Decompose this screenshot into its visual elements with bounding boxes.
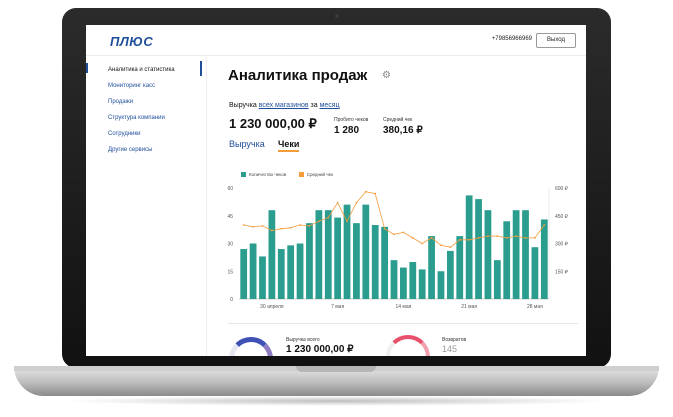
average-check-point xyxy=(336,201,339,204)
average-check-point xyxy=(421,242,424,245)
average-check-point xyxy=(505,237,508,239)
chart-bar xyxy=(371,225,379,299)
chart-bar xyxy=(287,245,295,299)
chart-bar xyxy=(512,210,520,299)
average-check-point xyxy=(383,227,386,230)
x-tick-label: 21 мая xyxy=(461,304,477,310)
average-check-point xyxy=(374,192,377,195)
x-tick-label: 30 апреля xyxy=(260,304,284,310)
total-revenue-label: Выручка всего xyxy=(286,337,320,343)
average-check-point xyxy=(440,244,442,247)
chart-bar xyxy=(353,223,360,299)
chart-bar xyxy=(390,260,398,299)
chart-bar xyxy=(522,210,529,299)
screen: ПЛЮС +79856966969 Выход Аналитика и стат… xyxy=(86,25,586,356)
chart-bar xyxy=(296,243,304,299)
average-check-point xyxy=(355,201,358,204)
chart-bar xyxy=(493,260,501,299)
average-check-point xyxy=(364,190,367,193)
chart-bar xyxy=(362,204,370,299)
average-check-point xyxy=(458,238,461,241)
bottom-divider xyxy=(228,323,578,324)
average-check-point xyxy=(449,246,452,249)
y-tick-left: 30 xyxy=(227,242,233,248)
chart-bar xyxy=(456,236,464,299)
sales-chart: 0 15 30 45 60 150 ₽ 300 ₽ 450 ₽ 600 ₽ 30 апреля 7 … xyxy=(227,186,569,310)
chart-bar xyxy=(334,217,342,299)
average-check-point xyxy=(430,237,433,239)
chart-bar xyxy=(437,271,445,299)
average-check-point xyxy=(280,227,283,230)
y-tick-right: 300 ₽ xyxy=(555,242,569,248)
total-revenue-value: 1 230 000,00 ₽ xyxy=(286,344,354,355)
average-check-point xyxy=(477,237,480,239)
average-check-point xyxy=(487,235,489,238)
chart-bar xyxy=(475,199,482,299)
average-check-point xyxy=(468,238,471,241)
returns-value: 145 xyxy=(442,344,458,354)
average-check-line xyxy=(243,191,545,248)
y-tick-left: 45 xyxy=(227,214,233,220)
y-tick-left: 60 xyxy=(227,186,233,192)
y-tick-right: 450 ₽ xyxy=(555,214,569,220)
average-check-point xyxy=(496,235,499,238)
chart-bar xyxy=(315,210,323,299)
laptop-shadow xyxy=(60,396,613,406)
chart-bar xyxy=(400,267,407,299)
average-check-point xyxy=(393,233,395,236)
chart-bar xyxy=(446,250,454,299)
average-check-point xyxy=(534,237,536,239)
average-check-point xyxy=(317,220,320,223)
chart-bar xyxy=(240,249,248,299)
chart-bar xyxy=(343,204,351,299)
chart-bar xyxy=(268,210,276,299)
chart-bar xyxy=(409,262,417,299)
chart-bar xyxy=(418,269,426,299)
y-tick-left: 15 xyxy=(227,269,233,275)
average-check-point xyxy=(543,224,546,226)
average-check-point xyxy=(289,226,292,229)
chart-bar xyxy=(306,223,313,299)
chart-bar xyxy=(484,210,492,299)
chart-bar xyxy=(277,249,285,299)
average-check-point xyxy=(515,235,518,238)
average-check-point xyxy=(299,224,301,226)
y-tick-left: 0 xyxy=(230,297,233,303)
average-check-point xyxy=(524,237,527,239)
average-check-point xyxy=(308,225,311,227)
camera xyxy=(334,14,339,18)
y-tick-right: 600 ₽ xyxy=(555,186,569,192)
chart-bar xyxy=(428,236,435,299)
chart-bar xyxy=(465,195,473,299)
returns-label: Возвратов xyxy=(442,337,467,343)
average-check-point xyxy=(327,216,330,219)
chart-bar xyxy=(381,226,388,299)
x-tick-label: 28 мая xyxy=(527,304,543,310)
x-tick-label: 14 мая xyxy=(395,304,411,310)
laptop-notch xyxy=(296,366,376,372)
chart-bar xyxy=(531,247,539,299)
average-check-point xyxy=(402,231,405,234)
average-check-point xyxy=(411,237,414,239)
chart-bar xyxy=(259,256,266,299)
chart-bar xyxy=(324,210,332,299)
average-check-point xyxy=(252,225,254,228)
average-check-point xyxy=(270,229,273,232)
average-check-point xyxy=(242,224,245,226)
chart-bar xyxy=(503,221,511,299)
y-tick-right: 150 ₽ xyxy=(555,269,569,275)
chart-bar xyxy=(249,243,257,299)
chart-bar xyxy=(540,219,548,299)
x-tick-label: 7 мая xyxy=(331,304,344,310)
average-check-point xyxy=(261,225,264,227)
average-check-point xyxy=(346,220,348,223)
